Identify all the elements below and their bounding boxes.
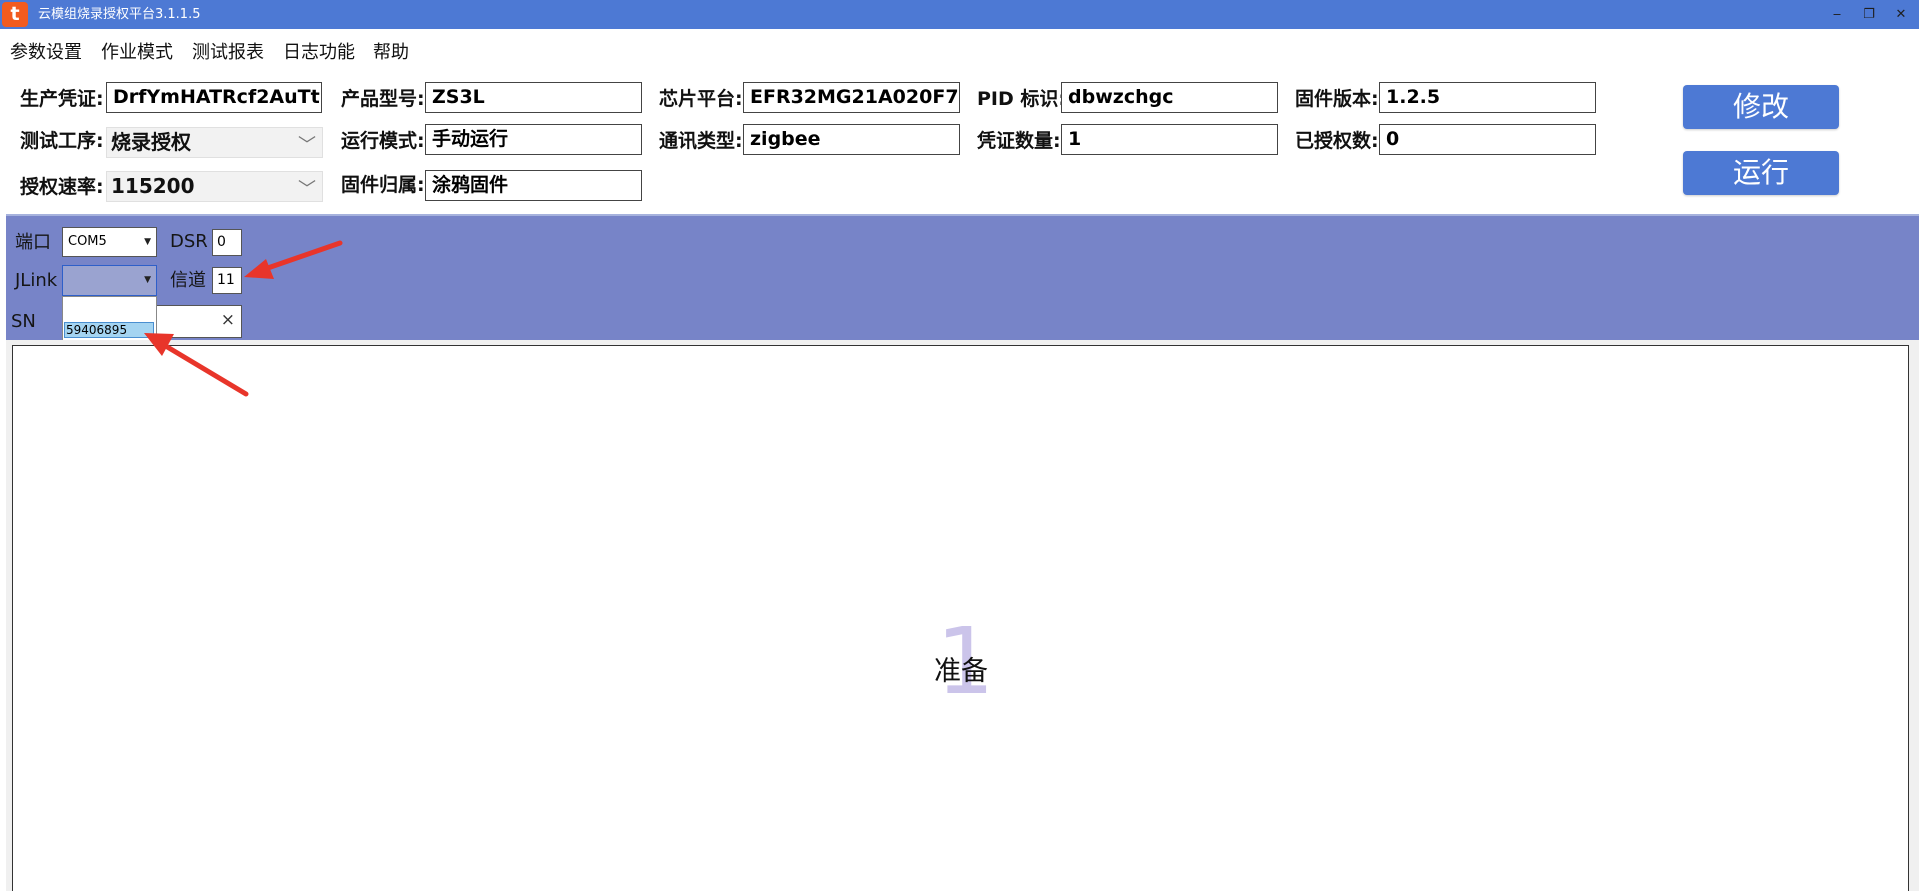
arrow-to-jlink-option — [144, 333, 249, 397]
arrow-to-channel — [244, 240, 343, 279]
annotation-arrows — [144, 240, 343, 397]
